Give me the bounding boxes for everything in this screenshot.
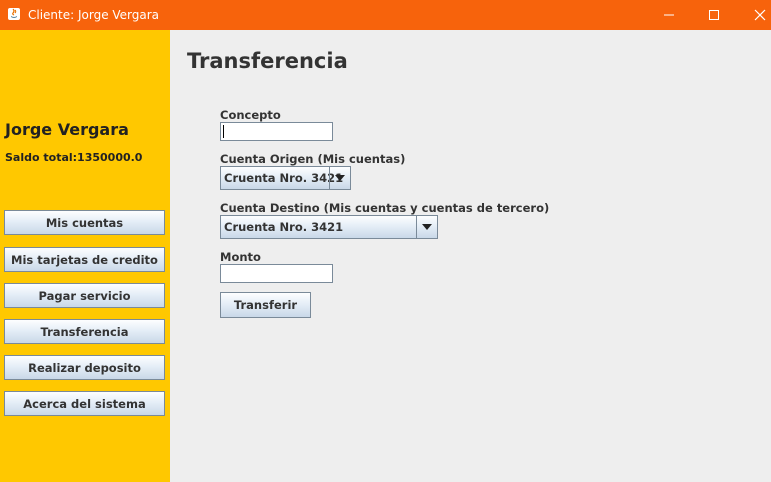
chevron-down-icon [422, 224, 432, 230]
text-caret [223, 125, 224, 138]
cuenta-destino-dropdown-button[interactable] [416, 216, 437, 238]
chevron-down-icon [335, 175, 345, 181]
concepto-label: Concepto [220, 108, 281, 122]
cuenta-origen-dropdown-button[interactable] [329, 167, 350, 189]
realizar-deposito-button[interactable]: Realizar deposito [4, 355, 165, 380]
balance-text: Saldo total:1350000.0 [5, 151, 142, 164]
maximize-icon [709, 10, 719, 20]
minimize-button[interactable] [646, 0, 692, 30]
mis-tarjetas-button[interactable]: Mis tarjetas de credito [4, 247, 165, 272]
concepto-input[interactable] [220, 122, 333, 141]
cuenta-destino-value: Cruenta Nro. 3421 [224, 220, 344, 234]
transferir-button[interactable]: Transferir [220, 292, 311, 318]
close-icon [754, 9, 766, 21]
user-name: Jorge Vergara [5, 120, 129, 139]
cuenta-origen-label: Cuenta Origen (Mis cuentas) [220, 152, 406, 166]
cuenta-destino-label: Cuenta Destino (Mis cuentas y cuentas de… [220, 201, 550, 215]
title-bar: Cliente: Jorge Vergara [0, 0, 771, 30]
cuenta-origen-value: Cruenta Nro. 3421 [224, 171, 344, 185]
pagar-servicio-button[interactable]: Pagar servicio [4, 283, 165, 308]
maximize-button[interactable] [691, 0, 737, 30]
monto-input[interactable] [220, 264, 333, 283]
mis-cuentas-button[interactable]: Mis cuentas [4, 210, 165, 235]
cuenta-origen-select[interactable]: Cruenta Nro. 3421 [220, 166, 351, 190]
monto-label: Monto [220, 250, 261, 264]
transferencia-button[interactable]: Transferencia [4, 319, 165, 344]
acerca-del-sistema-button[interactable]: Acerca del sistema [4, 391, 165, 416]
sidebar: Jorge Vergara Saldo total:1350000.0 Mis … [0, 30, 170, 482]
page-title: Transferencia [187, 49, 348, 73]
balance-label: Saldo total: [5, 151, 78, 164]
balance-value: 1350000.0 [77, 151, 143, 164]
java-app-icon [8, 8, 20, 20]
window-title: Cliente: Jorge Vergara [28, 8, 160, 22]
app-window: Cliente: Jorge Vergara Jorge Vergara Sal… [0, 0, 771, 482]
close-button[interactable] [737, 0, 771, 30]
minimize-icon [664, 14, 674, 16]
cuenta-destino-select[interactable]: Cruenta Nro. 3421 [220, 215, 438, 239]
